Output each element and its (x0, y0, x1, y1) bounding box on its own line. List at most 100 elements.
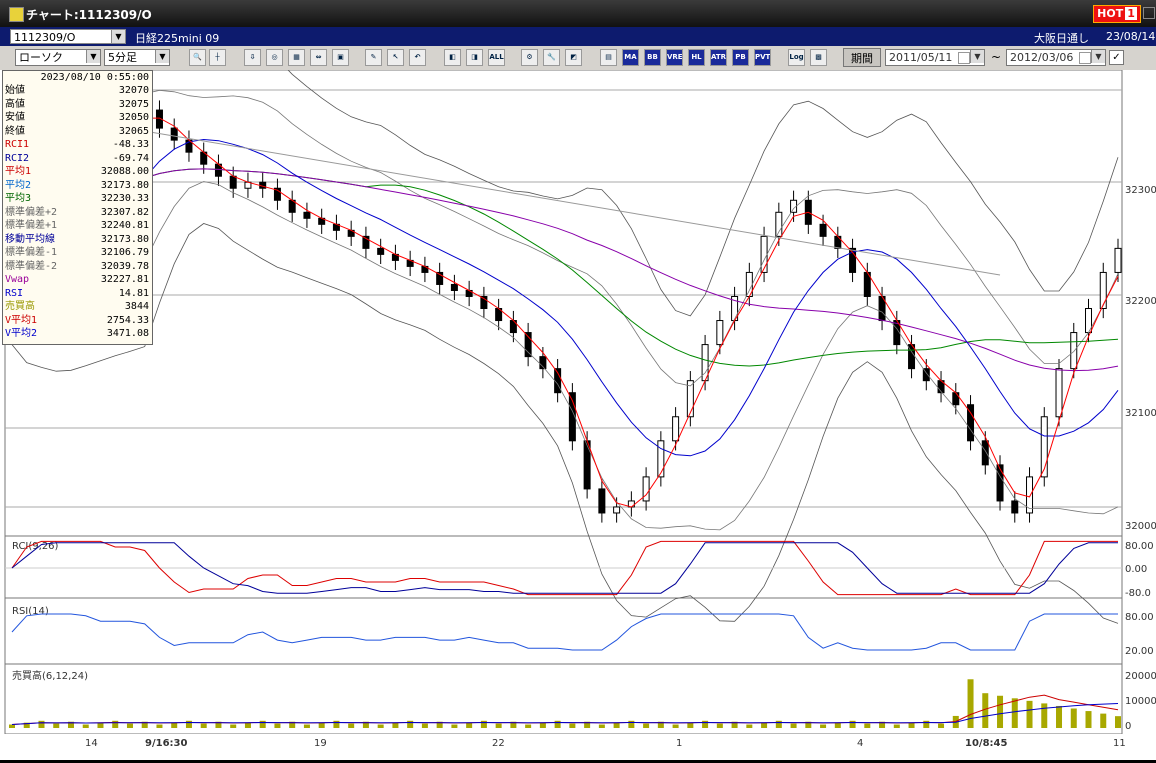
color-icon[interactable]: ◩ (565, 49, 582, 66)
settings-icon[interactable]: ⚙ (521, 49, 538, 66)
pen-icon[interactable]: ✎ (365, 49, 382, 66)
indicator-vre-button[interactable]: VRE (666, 49, 683, 66)
candle-body (1114, 247, 1122, 273)
volume-bar (274, 723, 281, 728)
volume-bar (554, 720, 561, 728)
scale-icon[interactable]: ⇔ (310, 49, 327, 66)
volume-bar (598, 724, 605, 728)
wrench-icon[interactable]: 🔧 (543, 49, 560, 66)
symbol-select[interactable]: 1112309/O ▼ (10, 29, 126, 44)
data-rows: 始値 32070 高値 32075 安値 32050 終値 32065 RCI1 -48.33 RC… (3, 84, 152, 341)
volume-bar (200, 723, 207, 728)
undo-icon[interactable]: ↶ (409, 49, 426, 66)
chevron-down-icon[interactable]: ▼ (111, 30, 125, 43)
all-icon[interactable]: ALL (488, 49, 505, 66)
volume-bar (775, 720, 782, 728)
candle-right-icon[interactable]: ◨ (466, 49, 483, 66)
crosshair-icon[interactable]: ┼ (209, 49, 226, 66)
indicator-pb-button[interactable]: PB (732, 49, 749, 66)
candle-left-icon[interactable]: ◧ (444, 49, 461, 66)
volume-bar (908, 722, 915, 728)
log-scale-button[interactable]: Log (788, 49, 805, 66)
session-label: 大阪日通し (1034, 32, 1089, 45)
chart-area[interactable]: 32300 32200 32100 32000 RCI(9,26) 80.00 … (0, 8, 1156, 760)
volume-bar (702, 720, 709, 728)
export-icon[interactable]: ▩ (810, 49, 827, 66)
candle-body (775, 211, 783, 237)
zoom-icon[interactable]: 🔍 (189, 49, 206, 66)
chevron-down-icon[interactable]: ▼ (86, 50, 100, 63)
indicator-hl-button[interactable]: HL (688, 49, 705, 66)
calendar-icon[interactable] (1079, 52, 1091, 64)
candle-body (450, 283, 458, 291)
data-value: 32307.82 (100, 206, 149, 218)
data-row: 標準偏差-2 32039.78 (3, 260, 152, 274)
chevron-down-icon[interactable]: ▼ (970, 50, 984, 63)
period-checkbox[interactable]: ✓ (1109, 50, 1124, 65)
data-label: RSI (5, 287, 24, 299)
price-tick: 32200 (1125, 296, 1156, 307)
rci-title: RCI(9,26) (12, 541, 59, 552)
data-label: 平均3 (5, 193, 32, 204)
close-icon[interactable] (1143, 7, 1155, 19)
volume-bar (761, 722, 768, 728)
data-label: 平均1 (5, 166, 32, 177)
data-row: 移動平均線 32173.80 (3, 233, 152, 247)
date-to-field[interactable]: 2012/03/06 ▼ (1006, 49, 1106, 66)
data-value: 32088.00 (100, 166, 149, 177)
volume-bar (38, 720, 45, 728)
rci-tick: -80.0 (1125, 588, 1151, 599)
candle-body (1070, 332, 1078, 370)
date-from-field[interactable]: 2011/05/11 ▼ (885, 49, 985, 66)
hot-button[interactable]: HOT 1 (1093, 5, 1141, 23)
data-value: 32173.80 (100, 179, 149, 191)
volume-bar (318, 722, 325, 728)
volume-bar (82, 724, 89, 728)
chevron-down-icon[interactable]: ▼ (1091, 50, 1105, 63)
grid-icon[interactable]: ▤ (600, 49, 617, 66)
volume-bar (480, 720, 487, 728)
rci-tick: 0.00 (1125, 564, 1147, 575)
rsi-panel (4, 597, 1123, 665)
indicator-pvt-button[interactable]: PVT (754, 49, 771, 66)
data-label: 始値 (5, 85, 25, 96)
instrument-name: 日経225mini 09 (135, 32, 220, 45)
data-row: V平均1 2754.33 (3, 314, 152, 328)
volume-tick: 0 (1125, 721, 1131, 732)
volume-bar (259, 720, 266, 728)
volume-bar (53, 723, 60, 728)
indicator-bb-button[interactable]: BB (644, 49, 661, 66)
window-title: チャート:1112309/O (26, 8, 152, 22)
chart-type-select[interactable]: ローソク ▼ (15, 49, 101, 66)
chart-canvas[interactable]: 32300 32200 32100 32000 RCI(9,26) 80.00 … (0, 8, 1156, 760)
timeframe-select[interactable]: 5分足 ▼ (104, 49, 170, 66)
volume-bar (613, 722, 620, 728)
volume-bar (834, 722, 841, 728)
volume-bar (997, 695, 1004, 728)
data-timestamp: 2023/08/10 0:55:00 (40, 72, 149, 83)
cursor-icon[interactable]: ↖ (387, 49, 404, 66)
data-label: V平均1 (5, 314, 38, 326)
download-icon[interactable]: ⇩ (244, 49, 261, 66)
chevron-down-icon[interactable]: ▼ (155, 50, 169, 63)
data-row: 売買高 3844 (3, 300, 152, 314)
search-chart-icon[interactable]: ◎ (266, 49, 283, 66)
period-button[interactable]: 期間 (843, 48, 881, 67)
candle-body (1055, 368, 1063, 418)
candle-body (598, 488, 606, 514)
candle-body (672, 416, 680, 442)
candle-body (952, 392, 960, 406)
bar-chart-icon[interactable]: ▦ (288, 49, 305, 66)
volume-bar (938, 723, 945, 728)
data-row: RSI 14.81 (3, 287, 152, 301)
data-label: 平均2 (5, 179, 32, 191)
lock-icon[interactable]: ▣ (332, 49, 349, 66)
data-row: 標準偏差+1 32240.81 (3, 219, 152, 233)
data-value: 32070 (118, 85, 149, 96)
data-value: 32075 (118, 98, 149, 110)
volume-bar (820, 724, 827, 728)
indicator-atr-button[interactable]: ATR (710, 49, 727, 66)
calendar-icon[interactable] (958, 52, 970, 64)
data-row: 終値 32065 (3, 125, 152, 139)
indicator-ma-button[interactable]: MA (622, 49, 639, 66)
